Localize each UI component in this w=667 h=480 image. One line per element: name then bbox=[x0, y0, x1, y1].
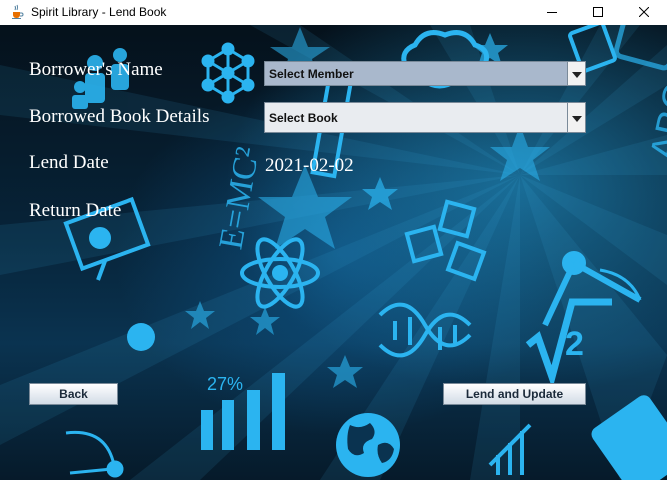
background-illustration: ABC E=MC² 2 bbox=[63, 25, 667, 480]
minimize-icon bbox=[547, 6, 557, 20]
molecule-icon bbox=[201, 42, 255, 104]
member-select-dropdown-button[interactable] bbox=[567, 62, 585, 85]
close-icon bbox=[638, 6, 650, 20]
maximize-button[interactable] bbox=[575, 0, 621, 25]
abc-book-icon bbox=[613, 25, 667, 71]
lend-date-label: Lend Date bbox=[29, 152, 109, 173]
member-select[interactable]: Select Member bbox=[264, 61, 586, 86]
head-brain-icon bbox=[127, 323, 155, 351]
return-date-label: Return Date bbox=[29, 200, 122, 221]
star-icon bbox=[185, 301, 215, 329]
borrowed-book-details-label: Borrowed Book Details bbox=[29, 106, 210, 127]
globe-icon bbox=[336, 413, 400, 477]
lend-and-update-button[interactable]: Lend and Update bbox=[443, 383, 586, 405]
dna-icon bbox=[378, 302, 472, 358]
lend-date-value: 2021-02-02 bbox=[265, 155, 354, 176]
close-button[interactable] bbox=[621, 0, 667, 25]
abc-text: ABC bbox=[643, 80, 667, 165]
lend-book-window: Spirit Library - Lend Book ABC E=MC² 2 B… bbox=[0, 0, 667, 480]
java-cup-icon bbox=[9, 4, 25, 20]
star-icon bbox=[258, 165, 352, 249]
growth-chart-icon bbox=[488, 423, 532, 475]
member-select-value: Select Member bbox=[269, 66, 354, 81]
formula-text: E=MC² bbox=[212, 144, 266, 252]
percent-text: 27% bbox=[207, 374, 244, 394]
star-icon bbox=[327, 355, 363, 388]
alphabet-blocks-icon bbox=[404, 199, 487, 282]
book-select-value: Select Book bbox=[269, 110, 338, 125]
square-root-two-text: 2 bbox=[565, 325, 584, 363]
chevron-down-icon bbox=[571, 109, 582, 127]
borrower-name-label: Borrower's Name bbox=[29, 59, 163, 80]
calculator-icon bbox=[591, 395, 667, 480]
star-icon bbox=[362, 177, 398, 210]
star-icon bbox=[490, 125, 550, 181]
book-select[interactable]: Select Book bbox=[264, 102, 586, 133]
compass-icon bbox=[542, 251, 642, 327]
star-icon bbox=[250, 307, 280, 335]
chevron-down-icon bbox=[571, 65, 582, 83]
title-bar: Spirit Library - Lend Book bbox=[0, 0, 667, 25]
minimize-button[interactable] bbox=[529, 0, 575, 25]
clock-icon bbox=[65, 430, 124, 478]
book-select-dropdown-button[interactable] bbox=[567, 103, 585, 132]
maximize-icon bbox=[593, 6, 603, 20]
back-button[interactable]: Back bbox=[29, 383, 118, 405]
window-title: Spirit Library - Lend Book bbox=[31, 5, 167, 19]
content-panel: ABC E=MC² 2 Borrower's Name Borrowed Boo… bbox=[0, 25, 667, 480]
